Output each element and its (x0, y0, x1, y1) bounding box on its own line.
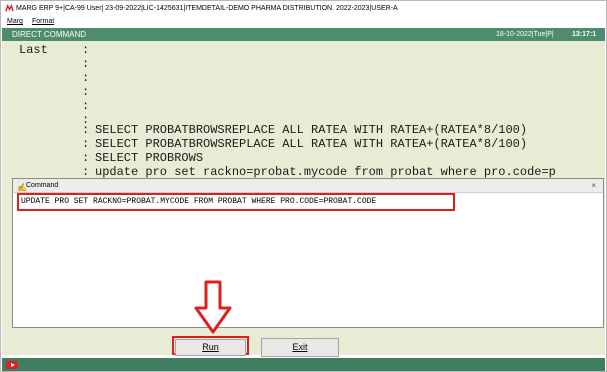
menu-format-label: Format (32, 18, 55, 25)
history-colon: : (82, 137, 90, 151)
command-input-value: UPDATE PRO SET RACKNO=PROBAT.MYCODE FROM… (21, 197, 377, 206)
history-colon: : (82, 165, 90, 179)
command-input[interactable]: UPDATE PRO SET RACKNO=PROBAT.MYCODE FROM… (17, 193, 455, 211)
history-colon: : (82, 151, 90, 165)
header-date: 18-10-2022|Tue|P| (496, 31, 554, 38)
down-arrow-icon (194, 280, 232, 334)
run-button-label: Run (202, 342, 219, 352)
command-dialog-titlebar: ✍ Command × (13, 179, 603, 193)
play-icon[interactable] (6, 361, 18, 369)
history-line[interactable]: SELECT PROBATBROWSREPLACE ALL RATEA WITH… (95, 123, 527, 137)
menu-bar: Marg Format (1, 16, 606, 27)
marg-logo-icon (5, 4, 14, 12)
title-bar: MARG ERP 9+|CA-99 User| 23-09-2022|LIC-1… (1, 1, 606, 16)
history-colon: : (82, 71, 90, 85)
window-title: MARG ERP 9+|CA-99 User| 23-09-2022|LIC-1… (16, 5, 398, 12)
command-header-bar: DIRECT COMMAND 18-10-2022|Tue|P| 13:17:1 (2, 28, 605, 41)
menu-marg-label: Marg (7, 18, 23, 25)
command-dialog-title: Command (26, 182, 59, 189)
status-bar (2, 358, 605, 371)
history-colon: : (82, 123, 90, 137)
menu-marg[interactable]: Marg (7, 16, 23, 27)
app-window: MARG ERP 9+|CA-99 User| 23-09-2022|LIC-1… (0, 0, 607, 372)
history-colon: : (82, 85, 90, 99)
history-colon: : (82, 43, 90, 57)
screen-title: DIRECT COMMAND (12, 30, 87, 39)
history-line[interactable]: SELECT PROBROWS (95, 151, 203, 165)
history-line[interactable]: SELECT PROBATBROWSREPLACE ALL RATEA WITH… (95, 137, 527, 151)
history-line[interactable]: update pro set rackno=probat.mycode from… (95, 165, 556, 179)
run-button[interactable]: Run (175, 339, 246, 356)
header-time: 13:17:1 (572, 31, 597, 38)
exit-button[interactable]: Exit (261, 338, 339, 357)
history-colon: : (82, 99, 90, 113)
menu-format[interactable]: Format (32, 16, 54, 27)
last-label: Last (19, 43, 48, 57)
history-colon: : (82, 57, 90, 71)
exit-button-label: Exit (292, 342, 308, 352)
close-icon[interactable]: × (591, 179, 596, 192)
